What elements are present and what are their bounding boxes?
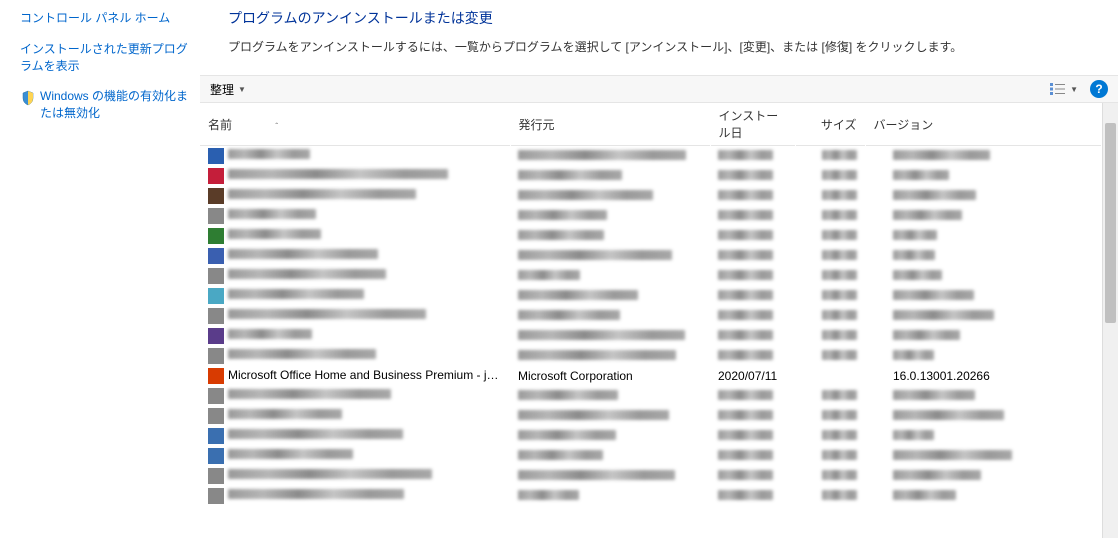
program-icon (208, 488, 224, 504)
program-publisher: Microsoft Corporation (510, 366, 710, 386)
vertical-scrollbar[interactable] (1102, 103, 1118, 538)
program-icon (208, 188, 224, 204)
table-row[interactable] (200, 446, 1102, 466)
shield-icon (20, 90, 36, 106)
column-header-install-date[interactable]: インストール日 (710, 103, 795, 146)
table-row[interactable] (200, 206, 1102, 226)
column-header-name[interactable]: 名前 ˆ (200, 103, 510, 146)
page-subtitle: プログラムをアンインストールするには、一覧からプログラムを選択して [アンインス… (228, 38, 1118, 55)
organize-label: 整理 (210, 81, 234, 98)
table-row[interactable]: Microsoft Office Home and Business Premi… (200, 366, 1102, 386)
program-icon (208, 428, 224, 444)
table-row[interactable] (200, 406, 1102, 426)
table-row[interactable] (200, 146, 1102, 167)
view-options-button[interactable]: ▼ (1048, 81, 1080, 97)
page-title: プログラムのアンインストールまたは変更 (228, 8, 1118, 28)
program-icon (208, 228, 224, 244)
table-row[interactable] (200, 286, 1102, 306)
program-icon (208, 408, 224, 424)
sort-caret-icon: ˆ (275, 122, 278, 131)
program-icon (208, 388, 224, 404)
table-row[interactable] (200, 486, 1102, 506)
table-row[interactable] (200, 246, 1102, 266)
table-row[interactable] (200, 266, 1102, 286)
control-panel-home-link[interactable]: コントロール パネル ホーム (20, 10, 190, 27)
installed-updates-link[interactable]: インストールされた更新プログラムを表示 (20, 41, 190, 75)
program-size (795, 366, 865, 386)
program-install-date: 2020/07/11 (710, 366, 795, 386)
chevron-down-icon: ▼ (1070, 85, 1078, 94)
column-header-version[interactable]: バージョン (865, 103, 1102, 146)
main-panel: プログラムのアンインストールまたは変更 プログラムをアンインストールするには、一… (200, 0, 1118, 538)
windows-features-link[interactable]: Windows の機能の有効化または無効化 (40, 88, 190, 122)
table-row[interactable] (200, 466, 1102, 486)
program-icon (208, 288, 224, 304)
table-row[interactable] (200, 326, 1102, 346)
list-view-icon (1050, 83, 1066, 95)
help-button[interactable]: ? (1090, 80, 1108, 98)
program-icon (208, 328, 224, 344)
scrollbar-thumb[interactable] (1105, 123, 1116, 323)
table-row[interactable] (200, 226, 1102, 246)
program-icon (208, 468, 224, 484)
table-row[interactable] (200, 346, 1102, 366)
sidebar: コントロール パネル ホーム インストールされた更新プログラムを表示 Windo… (0, 0, 200, 538)
table-row[interactable] (200, 426, 1102, 446)
program-icon (208, 308, 224, 324)
table-row[interactable] (200, 386, 1102, 406)
programs-table: 名前 ˆ 発行元 インストール日 サイズ バージョン Microsoft Off… (200, 103, 1102, 506)
program-icon (208, 208, 224, 224)
chevron-down-icon: ▼ (238, 85, 246, 94)
program-icon (208, 248, 224, 264)
table-row[interactable] (200, 166, 1102, 186)
program-icon (208, 348, 224, 364)
program-name: Microsoft Office Home and Business Premi… (228, 368, 507, 382)
program-icon (208, 148, 224, 164)
program-version: 16.0.13001.20266 (865, 366, 1102, 386)
table-row[interactable] (200, 186, 1102, 206)
program-icon (208, 168, 224, 184)
program-icon (208, 268, 224, 284)
toolbar: 整理 ▼ ▼ ? (200, 75, 1118, 103)
program-icon (208, 368, 224, 384)
organize-button[interactable]: 整理 ▼ (210, 81, 246, 98)
program-icon (208, 448, 224, 464)
table-row[interactable] (200, 306, 1102, 326)
column-header-size[interactable]: サイズ (795, 103, 865, 146)
column-header-publisher[interactable]: 発行元 (510, 103, 710, 146)
